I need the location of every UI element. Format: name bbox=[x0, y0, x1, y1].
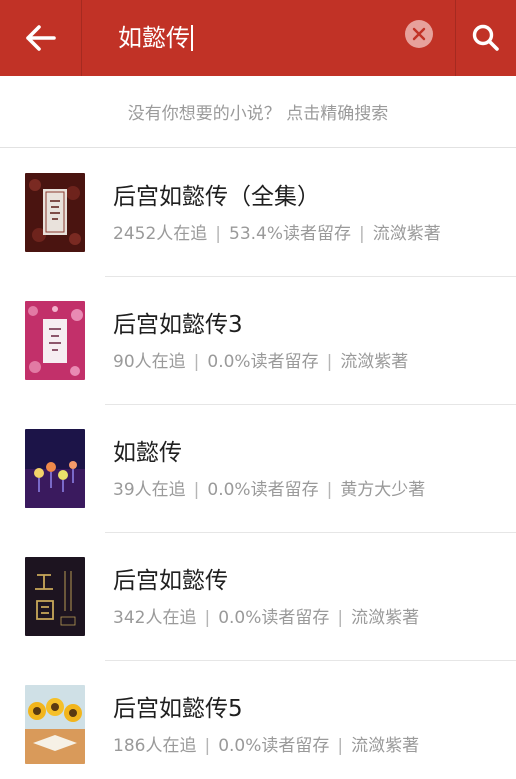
precise-search-link[interactable]: 没有你想要的小说？ 点击精确搜索 bbox=[0, 76, 516, 148]
book-cover bbox=[25, 557, 85, 636]
list-item[interactable]: 后宫如懿传5 186人在追 | 0.0%读者留存 | 流潋紫著 bbox=[0, 661, 516, 779]
separator: | bbox=[326, 352, 333, 372]
separator: | bbox=[204, 736, 211, 756]
arrow-left-icon bbox=[25, 25, 56, 51]
book-title: 后宫如懿传5 bbox=[113, 696, 243, 722]
book-meta: 186人在追 | 0.0%读者留存 | 流潋紫著 bbox=[113, 731, 419, 756]
author: 黄方大少著 bbox=[340, 480, 426, 500]
author: 流潋紫著 bbox=[372, 224, 441, 244]
search-button[interactable] bbox=[455, 0, 516, 76]
book-title: 后宫如懿传3 bbox=[113, 312, 243, 338]
text-caret bbox=[191, 25, 193, 51]
search-input[interactable]: 如懿传 bbox=[82, 0, 455, 76]
author: 流潋紫著 bbox=[351, 736, 420, 756]
list-item[interactable]: 如懿传 39人在追 | 0.0%读者留存 | 黄方大少著 bbox=[0, 405, 516, 533]
retention-rate: 53.4%读者留存 bbox=[229, 224, 352, 244]
book-meta: 342人在追 | 0.0%读者留存 | 流潋紫著 bbox=[113, 603, 419, 628]
author: 流潋紫著 bbox=[351, 608, 420, 628]
separator: | bbox=[326, 480, 333, 500]
book-cover bbox=[25, 685, 85, 764]
book-meta: 2452人在追 | 53.4%读者留存 | 流潋紫著 bbox=[113, 219, 441, 244]
search-query: 如懿传 bbox=[118, 24, 190, 52]
list-item[interactable]: 后宫如懿传 342人在追 | 0.0%读者留存 | 流潋紫著 bbox=[0, 533, 516, 661]
follower-count: 39人在追 bbox=[113, 480, 186, 500]
separator: | bbox=[359, 224, 365, 244]
result-list: 后宫如懿传（全集） 2452人在追 | 53.4%读者留存 | 流潋紫著 后宫如懿传3 … bbox=[0, 149, 516, 779]
top-bar: 如懿传 bbox=[0, 0, 516, 76]
search-icon bbox=[472, 24, 499, 51]
separator: | bbox=[193, 480, 200, 500]
follower-count: 90人在追 bbox=[113, 352, 186, 372]
separator: | bbox=[215, 224, 221, 244]
list-item[interactable]: 后宫如懿传（全集） 2452人在追 | 53.4%读者留存 | 流潋紫著 bbox=[0, 149, 516, 277]
book-title: 后宫如懿传（全集） bbox=[113, 184, 320, 210]
book-title: 后宫如懿传 bbox=[113, 568, 228, 594]
book-meta: 39人在追 | 0.0%读者留存 | 黄方大少著 bbox=[113, 475, 425, 500]
book-cover bbox=[25, 301, 85, 380]
separator: | bbox=[193, 352, 200, 372]
separator: | bbox=[337, 608, 344, 628]
close-icon bbox=[412, 27, 426, 41]
list-item[interactable]: 后宫如懿传3 90人在追 | 0.0%读者留存 | 流潋紫著 bbox=[0, 277, 516, 405]
precise-search-hint: 没有你想要的小说？ 点击精确搜索 bbox=[127, 104, 389, 124]
retention-rate: 0.0%读者留存 bbox=[207, 480, 319, 500]
book-title: 如懿传 bbox=[113, 440, 182, 466]
back-button[interactable] bbox=[0, 0, 82, 76]
separator: | bbox=[337, 736, 344, 756]
book-cover bbox=[25, 429, 85, 508]
book-meta: 90人在追 | 0.0%读者留存 | 流潋紫著 bbox=[113, 347, 408, 372]
follower-count: 342人在追 bbox=[113, 608, 197, 628]
retention-rate: 0.0%读者留存 bbox=[207, 352, 319, 372]
retention-rate: 0.0%读者留存 bbox=[218, 608, 330, 628]
clear-search-button[interactable] bbox=[405, 20, 433, 48]
follower-count: 2452人在追 bbox=[113, 224, 208, 244]
follower-count: 186人在追 bbox=[113, 736, 197, 756]
book-cover bbox=[25, 173, 85, 252]
separator: | bbox=[204, 608, 211, 628]
retention-rate: 0.0%读者留存 bbox=[218, 736, 330, 756]
author: 流潋紫著 bbox=[340, 352, 409, 372]
